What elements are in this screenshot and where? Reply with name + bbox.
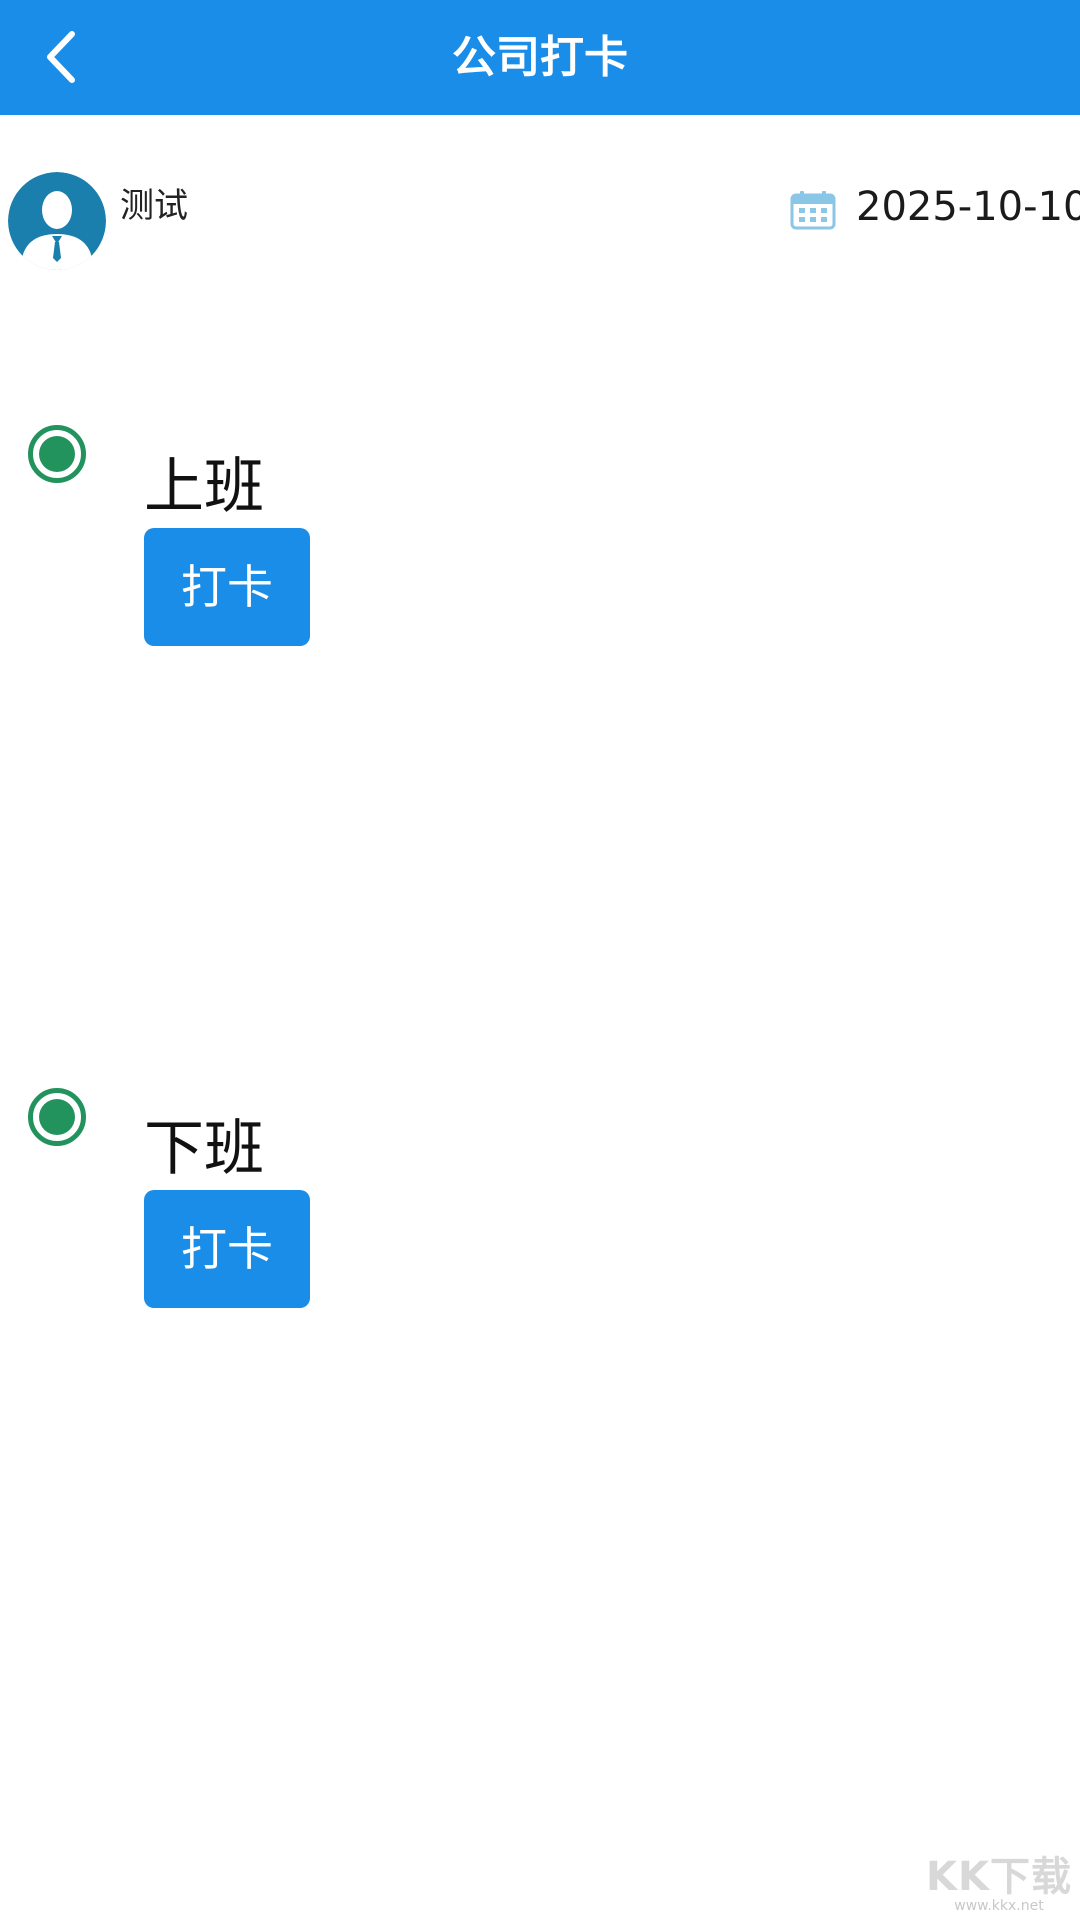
clock-out-button[interactable]: 打卡: [144, 1190, 310, 1308]
status-dot-icon: [28, 425, 86, 483]
user-avatar-icon: [8, 172, 106, 270]
user-name: 测试: [120, 186, 188, 226]
calendar-icon: [790, 191, 836, 230]
clock-in-button[interactable]: 打卡: [144, 528, 310, 646]
clock-in-label: 上班: [144, 452, 264, 522]
status-dot-icon: [28, 1088, 86, 1146]
date-text: 2025-10-10: [856, 184, 1080, 230]
header-bar: 公司打卡: [0, 0, 1080, 115]
page-title: 公司打卡: [452, 32, 628, 83]
clock-out-label: 下班: [144, 1114, 264, 1184]
watermark-logo: KK下载: [926, 1854, 1072, 1900]
checkin-page: 公司打卡 测试 2025-10-10 上班 打卡 下班 打卡 KK下载 www.…: [0, 0, 1080, 1920]
watermark: KK下载 www.kkx.net: [926, 1844, 1072, 1914]
avatar: [8, 172, 106, 270]
